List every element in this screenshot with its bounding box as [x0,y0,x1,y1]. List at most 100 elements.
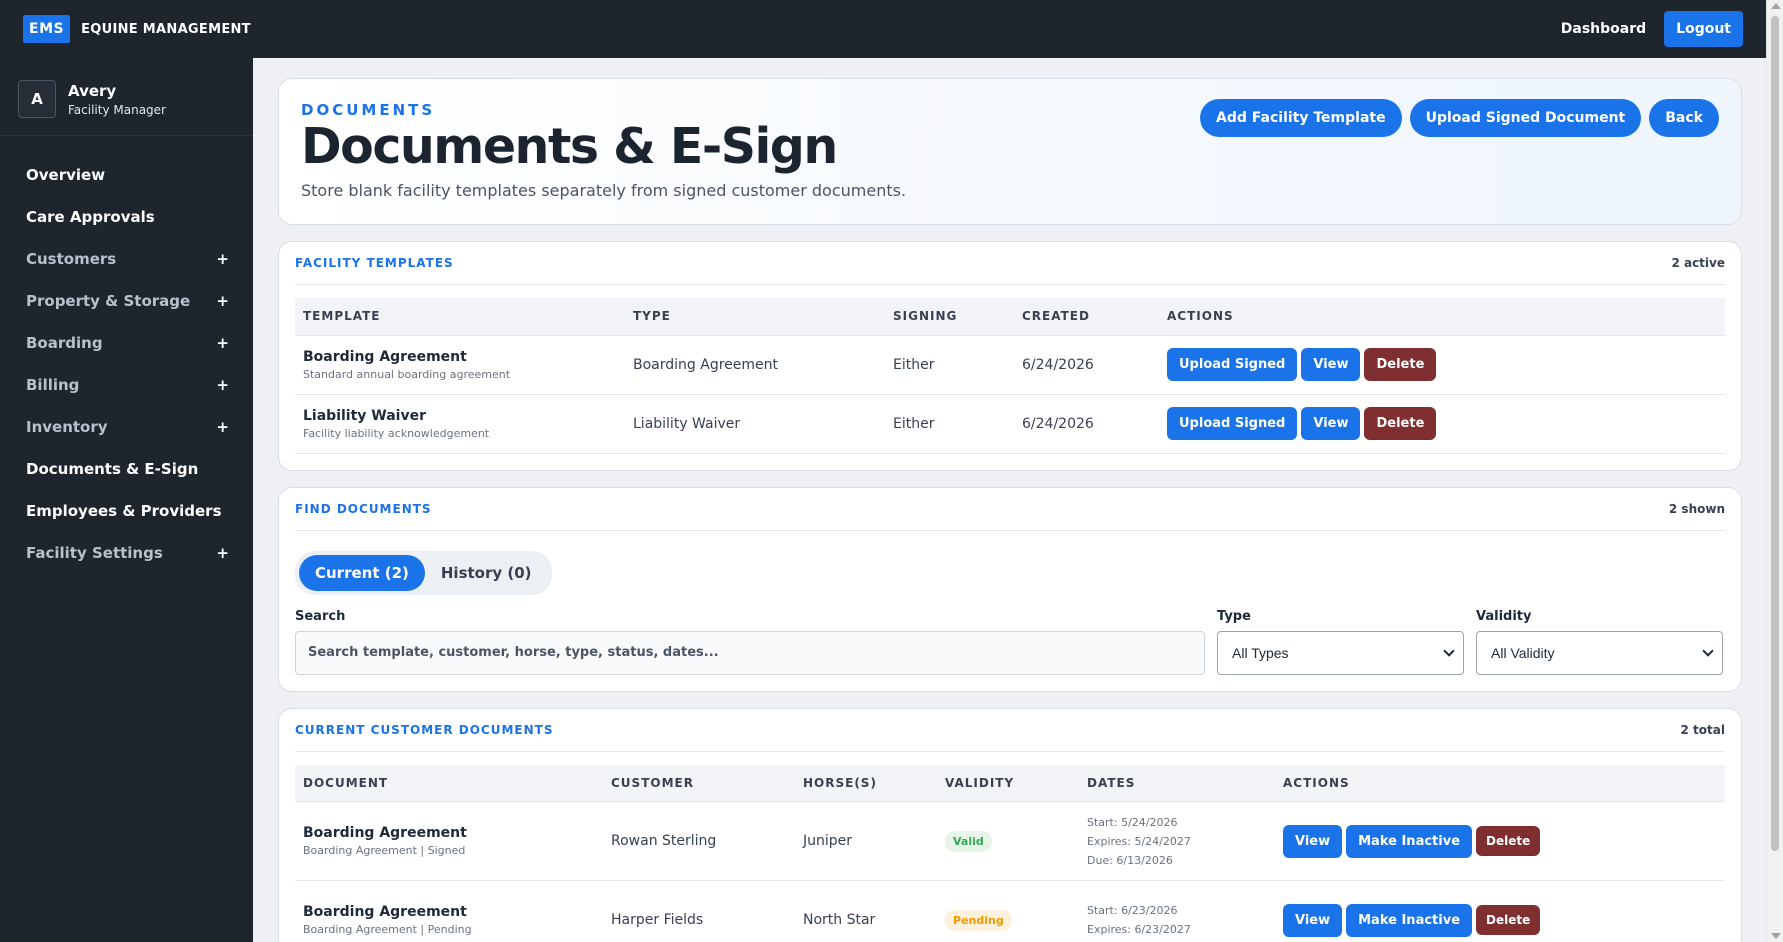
card-title: CURRENT CUSTOMER DOCUMENTS [295,722,554,737]
view-button[interactable]: View [1301,407,1361,440]
expand-plus-icon[interactable]: + [216,544,229,562]
dashboard-link[interactable]: Dashboard [1561,21,1646,37]
make-inactive-button[interactable]: Make Inactive [1346,824,1473,858]
column-header: HORSE(S) [795,764,937,802]
template-description: Standard annual boarding agreement [303,367,511,381]
card-count: 2 shown [1668,501,1725,516]
sidebar-item-billing[interactable]: Billing + [0,364,253,406]
scroll-thumb[interactable] [1771,16,1779,851]
delete-button[interactable]: Delete [1364,407,1437,440]
chevron-down-icon [1443,644,1455,657]
delete-button[interactable]: Delete [1364,348,1437,381]
expand-plus-icon[interactable]: + [216,292,229,310]
delete-button[interactable]: Delete [1476,825,1541,856]
actions-cell: View Make Inactive Delete [1275,880,1725,942]
card-header: CURRENT CUSTOMER DOCUMENTS 2 total [295,709,1725,752]
main-content: DOCUMENTS Documents & E-Sign Store blank… [253,58,1766,942]
sidebar-item-label: Boarding [26,334,103,352]
customer-documents-table: DOCUMENT CUSTOMER HORSE(S) VALIDITY DATE… [295,764,1725,942]
scroll-up-arrow-icon[interactable] [1771,3,1781,9]
sidebar-item-label: Billing [26,376,80,394]
page-header: DOCUMENTS Documents & E-Sign Store blank… [278,78,1742,225]
validity-select-value: All Validity [1491,644,1555,661]
expand-plus-icon[interactable]: + [216,376,229,394]
table-row: Boarding Agreement Standard annual board… [295,335,1725,395]
user-info: Avery Facility Manager [68,82,166,117]
created-cell: 6/24/2026 [1014,335,1159,395]
tab-current[interactable]: Current (2) [299,554,425,591]
filters-row: Search Search template, customer, horse,… [295,609,1725,691]
card-title: FIND DOCUMENTS [295,501,432,516]
user-role: Facility Manager [68,102,166,117]
tab-history[interactable]: History (0) [425,555,548,591]
type-cell: Boarding Agreement [625,335,885,395]
sidebar-item-label: Facility Settings [26,544,163,562]
sidebar: A Avery Facility Manager Overview Care A… [0,58,253,942]
view-button[interactable]: View [1283,824,1343,858]
upload-signed-document-button[interactable]: Upload Signed Document [1409,99,1642,137]
table-row: Liability Waiver Facility liability ackn… [295,394,1725,454]
template-cell: Liability Waiver Facility liability ackn… [295,394,625,454]
document-name: Boarding Agreement [303,825,467,841]
table-row: Boarding Agreement Boarding Agreement | … [295,801,1725,881]
sidebar-item-inventory[interactable]: Inventory + [0,406,253,448]
page-scrollbar[interactable] [1766,0,1783,942]
created-cell: 6/24/2026 [1014,394,1159,454]
document-description: Boarding Agreement | Pending [303,923,472,936]
sidebar-item-label: Overview [26,166,106,184]
app-logo[interactable]: EMS [23,15,71,43]
column-header: SIGNING [885,298,1014,336]
sidebar-item-facility-settings[interactable]: Facility Settings + [0,532,253,574]
sidebar-item-boarding[interactable]: Boarding + [0,322,253,364]
sidebar-item-documents[interactable]: Documents & E-Sign [0,448,253,490]
delete-button[interactable]: Delete [1476,904,1541,935]
type-select[interactable]: All Types [1217,630,1464,675]
scroll-down-arrow-icon[interactable] [1771,933,1781,939]
upload-signed-button[interactable]: Upload Signed [1167,348,1298,381]
table-header-row: TEMPLATE TYPE SIGNING CREATED ACTIONS [295,298,1725,336]
validity-cell: Valid [937,801,1079,881]
column-header: TEMPLATE [295,298,625,336]
start-date: Start: 6/23/2026 [1087,904,1178,917]
make-inactive-button[interactable]: Make Inactive [1346,903,1473,937]
header-actions: Add Facility Template Upload Signed Docu… [1200,99,1719,137]
find-documents-card: FIND DOCUMENTS 2 shown Current (2) Histo… [278,486,1742,692]
expand-plus-icon[interactable]: + [216,334,229,352]
sidebar-item-customers[interactable]: Customers + [0,238,253,280]
sidebar-item-label: Customers [26,250,117,268]
column-header: CUSTOMER [603,764,795,802]
template-cell: Boarding Agreement Standard annual board… [295,335,625,395]
facility-templates-card: FACILITY TEMPLATES 2 active TEMPLATE TYP… [278,241,1742,471]
validity-label: Validity [1476,608,1532,624]
add-facility-template-button[interactable]: Add Facility Template [1200,99,1402,137]
top-bar: EMS EQUINE MANAGEMENT Dashboard Logout [0,0,1766,58]
status-badge: Valid [945,830,992,852]
sidebar-item-overview[interactable]: Overview [0,154,253,196]
document-name: Boarding Agreement [303,904,467,920]
type-label: Type [1217,608,1251,624]
expires-date: Expires: 5/24/2027 [1087,834,1191,848]
sidebar-item-employees[interactable]: Employees & Providers [0,490,253,532]
validity-select[interactable]: All Validity [1476,630,1723,675]
expand-plus-icon[interactable]: + [216,418,229,436]
type-field: Type All Types [1217,609,1464,675]
view-button[interactable]: View [1301,348,1361,381]
sidebar-item-label: Care Approvals [26,208,155,226]
column-header: DATES [1079,764,1275,802]
avatar: A [18,80,56,118]
template-name: Liability Waiver [303,407,426,424]
expand-plus-icon[interactable]: + [216,250,229,268]
column-header: TYPE [625,298,885,336]
view-button[interactable]: View [1283,903,1343,937]
actions-cell: Upload Signed View Delete [1159,335,1725,395]
search-input[interactable]: Search template, customer, horse, type, … [295,630,1205,675]
sidebar-item-property-storage[interactable]: Property & Storage + [0,280,253,322]
card-count: 2 active [1671,256,1725,270]
templates-table: TEMPLATE TYPE SIGNING CREATED ACTIONS Bo… [295,298,1725,454]
card-count: 2 total [1680,722,1725,737]
sidebar-item-care-approvals[interactable]: Care Approvals [0,196,253,238]
logout-button[interactable]: Logout [1664,11,1743,47]
upload-signed-button[interactable]: Upload Signed [1167,407,1298,440]
back-button[interactable]: Back [1649,99,1719,137]
document-description: Boarding Agreement | Signed [303,844,466,857]
